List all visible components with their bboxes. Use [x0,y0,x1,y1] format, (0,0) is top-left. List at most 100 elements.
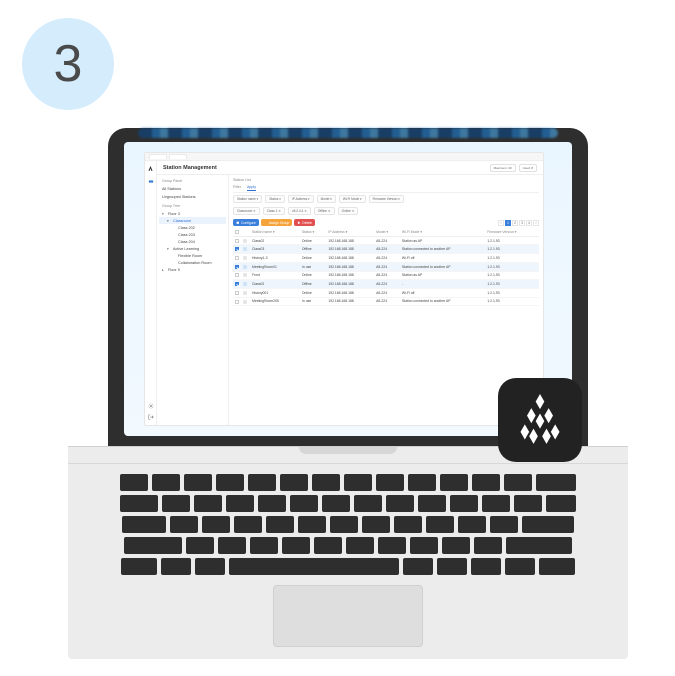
row-checkbox[interactable] [235,247,239,251]
settings-icon[interactable] [148,403,154,410]
page-button[interactable]: 3 [519,220,525,226]
tree-node[interactable]: Class 204 [159,238,226,245]
tree-label: Collaboration Room [178,261,212,265]
table-row[interactable]: FrontOnline192.168.168.188A5-224Station … [233,271,539,280]
filter-dropdown[interactable]: Firmware Version ▾ [369,195,404,203]
filter-pills-row: Station name ▾Status ▾IP Address ▾Model … [233,193,539,205]
cell-fw: 1.2.1.93 [485,297,539,306]
keyboard-key [410,537,438,554]
keyboard-key [344,474,372,491]
select-all-checkbox[interactable] [235,230,239,234]
page-button[interactable]: 2 [512,220,518,226]
delete-button[interactable]: Delete [294,219,315,226]
row-checkbox[interactable] [235,265,239,269]
keyboard-key [490,516,518,533]
row-checkbox[interactable] [235,256,239,260]
page-button[interactable]: 4 [526,220,532,226]
keyboard-key [161,558,191,575]
table-row[interactable]: History1-3Online192.168.168.188A5-224Wi-… [233,254,539,263]
table-row[interactable]: Class02Online192.168.168.188A5-224Statio… [233,236,539,245]
page-button[interactable]: ‹ [498,220,504,226]
cell-ip: 192.168.168.188 [326,236,374,245]
filter-dropdown[interactable]: Station name ▾ [233,195,262,203]
table-row[interactable]: Class03Offline192.168.168.188A5-224Stati… [233,245,539,254]
row-checkbox[interactable] [235,300,239,304]
keyboard-key [376,474,404,491]
column-header[interactable]: Wi-Fi Mode ▾ [400,228,485,236]
page-button[interactable]: › [533,220,539,226]
station-type-icon [243,265,247,269]
browser-tab[interactable] [149,154,167,159]
applied-filter-chip[interactable]: v5.2.4.4 ✕ [288,207,311,215]
row-checkbox[interactable] [235,239,239,243]
filter-tab-apply[interactable]: Apply [247,185,256,191]
filter-dropdown[interactable]: Status ▾ [265,195,285,203]
cell-model: A5-224 [374,236,400,245]
keyboard-key [258,495,286,512]
row-checkbox[interactable] [235,273,239,277]
filter-dropdown[interactable]: Wi-Fi Mode ▾ [339,195,366,203]
keyboard-key [280,474,308,491]
tree-node[interactable]: Class 202 [159,224,226,231]
keyboard-key [322,495,350,512]
cell-wifi: Station connected to another AP [400,262,485,271]
cell-status: Online [300,288,326,297]
column-header[interactable]: Status ▾ [300,228,326,236]
tree-node[interactable]: ▾Floor 3 [159,210,226,217]
keyboard-key [330,516,358,533]
column-header[interactable]: Station name ▾ [250,228,300,236]
tree-label: Classroom [173,219,191,223]
tree-ungrouped[interactable]: Ungrouped Stations [159,193,226,200]
cell-status: In use [300,262,326,271]
keyboard-key [314,537,342,554]
table-row[interactable]: History001Online192.168.168.188A5-224Wi-… [233,288,539,297]
column-header[interactable]: Model ▾ [374,228,400,236]
table-row[interactable]: MeetingRoom01In use192.168.168.188A5-224… [233,262,539,271]
keyboard-key [450,495,478,512]
assign-group-button[interactable]: Assign Group [261,219,293,226]
keyboard-key [440,474,468,491]
logout-icon[interactable] [148,414,154,421]
table-row[interactable]: MeetingRoom205In use192.168.168.188A5-22… [233,297,539,306]
row-checkbox[interactable] [235,291,239,295]
keyboard-key [471,558,501,575]
keyboard-key [378,537,406,554]
filter-dropdown[interactable]: Model ▾ [317,195,336,203]
page-title: Station Management [163,165,217,171]
tree-label: Class 202 [178,226,195,230]
tree-node[interactable]: Class 203 [159,231,226,238]
applied-filter-chip[interactable]: Classroom ✕ [233,207,260,215]
app-window: Station Management Maximum: 40 Used: 8 G… [144,152,544,426]
applied-filter-chip[interactable]: Online ✕ [338,207,359,215]
table-row[interactable]: Class02Offline192.168.168.188A5-224-1.2.… [233,280,539,289]
cell-name: Class02 [250,236,300,245]
configure-button[interactable]: Configure [233,219,259,226]
cell-status: Offline [300,280,326,289]
tree-node[interactable]: ▸Floor 5 [159,266,226,273]
keyboard-key [186,537,214,554]
binoculars-icon[interactable] [148,178,154,184]
tree-node[interactable]: ▾Active Learning [159,245,226,252]
tree-node[interactable]: ▾Classroom [159,217,226,224]
tree-all-stations[interactable]: All Stations [159,185,226,192]
applied-filter-chip[interactable]: Offline ✕ [314,207,335,215]
column-header[interactable]: IP Address ▾ [326,228,374,236]
page-button[interactable]: 1 [505,220,511,226]
filter-tab-filter[interactable]: Filter [233,185,241,191]
cell-wifi: - [400,280,485,289]
keyboard-key [403,558,433,575]
keyboard-key [346,537,374,554]
header-stat: Used: 8 [519,164,537,172]
applied-filter-chip[interactable]: Class 1 ✕ [263,207,285,215]
screen-glare [138,128,558,138]
panel-title: Group Panel [159,178,226,184]
tree-node[interactable]: Flexible Room [159,252,226,259]
cell-fw: 1.2.1.93 [485,245,539,254]
tree-node[interactable]: Collaboration Room [159,259,226,266]
filter-dropdown[interactable]: IP Address ▾ [288,195,314,203]
keyboard-key [122,516,166,533]
browser-tab[interactable] [169,154,187,159]
column-header[interactable]: Firmware Version ▾ [485,228,539,236]
row-checkbox[interactable] [235,282,239,286]
cell-status: In use [300,297,326,306]
